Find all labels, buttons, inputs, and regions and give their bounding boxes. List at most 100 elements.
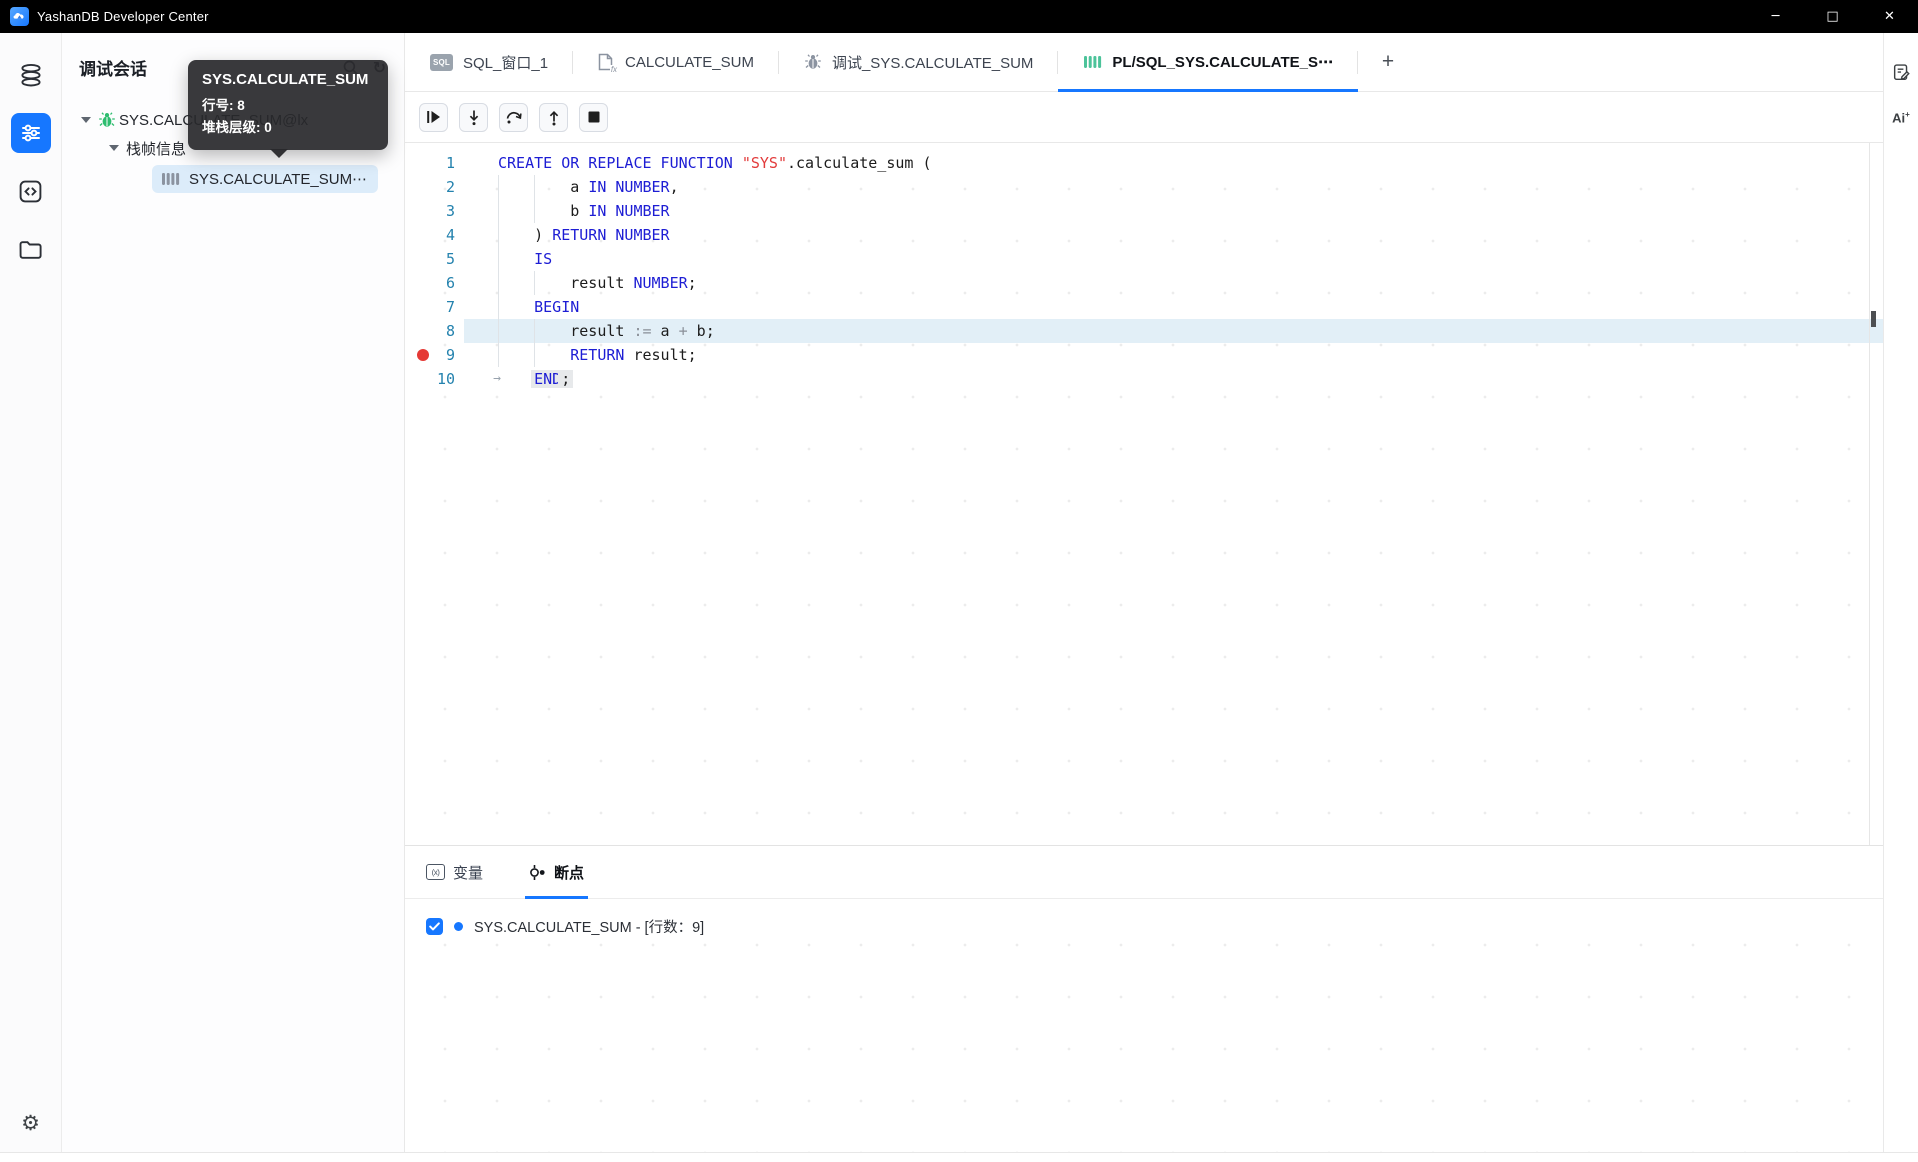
- code-line-3[interactable]: 3 b IN NUMBER: [405, 199, 1883, 223]
- stop-button[interactable]: [579, 102, 608, 132]
- line-number: 7: [445, 298, 455, 316]
- indent-guide: [534, 271, 536, 295]
- line-number-gutter[interactable]: 10: [405, 367, 464, 391]
- line-number-gutter[interactable]: 8: [405, 319, 464, 343]
- step-out-button[interactable]: [539, 102, 568, 132]
- editor-scrollbar[interactable]: [1869, 143, 1883, 845]
- bottom-panel-tab-bar: (x) 变量 断点: [405, 845, 1883, 899]
- code-text[interactable]: b IN NUMBER: [498, 199, 1883, 223]
- fold-margin: [464, 199, 498, 223]
- fold-margin: [464, 271, 498, 295]
- code-text[interactable]: ) RETURN NUMBER: [498, 223, 1883, 247]
- line-number: 6: [445, 274, 455, 292]
- bottom-tab-variables[interactable]: (x) 变量: [426, 846, 483, 898]
- token: a: [651, 322, 679, 340]
- step-over-button[interactable]: [499, 102, 528, 132]
- token: ;: [561, 370, 571, 388]
- code-text[interactable]: result NUMBER;: [498, 271, 1883, 295]
- breakpoint-list: SYS.CALCULATE_SUM - [行数：9]: [405, 899, 1883, 1152]
- indent-guide: [534, 319, 536, 343]
- code-text[interactable]: result := a + b;: [498, 319, 1883, 343]
- minimize-button[interactable]: ─: [1747, 0, 1804, 33]
- token: a: [498, 178, 589, 196]
- breakpoint-row: SYS.CALCULATE_SUM - [行数：9]: [405, 899, 1883, 937]
- code-line-1[interactable]: 1 CREATE OR REPLACE FUNCTION "SYS".calcul…: [405, 151, 1883, 175]
- step-over-button: [505, 109, 523, 125]
- settings-gear-icon[interactable]: ⚙: [21, 1111, 40, 1136]
- step-into-button[interactable]: [459, 102, 488, 132]
- title-bar: YashanDB Developer Center ─ □ ✕: [0, 0, 1918, 33]
- tab-sql_-_1[interactable]: SQL SQL_窗口_1: [405, 33, 574, 91]
- new-tab-button[interactable]: +: [1358, 33, 1418, 91]
- code-text[interactable]: IS: [498, 247, 1883, 271]
- token: CREATE OR REPLACE FUNCTION: [498, 154, 742, 172]
- code-text[interactable]: a IN NUMBER,: [498, 175, 1883, 199]
- line-number-gutter[interactable]: 1: [405, 151, 464, 175]
- line-number-gutter[interactable]: 3: [405, 199, 464, 223]
- tab-pl-sql_sys-calculate_s-[interactable]: PL/SQL_SYS.CALCULATE_S⋯: [1058, 33, 1358, 92]
- line-number: 10: [436, 370, 455, 388]
- line-number-gutter[interactable]: 9: [405, 343, 464, 367]
- debug-sessions-icon: [19, 121, 43, 145]
- fold-margin: →: [464, 367, 501, 391]
- fold-margin: [464, 295, 498, 319]
- code-line-5[interactable]: 5 IS: [405, 247, 1883, 271]
- code-editor[interactable]: 1 CREATE OR REPLACE FUNCTION "SYS".calcul…: [405, 143, 1883, 845]
- code-text[interactable]: BEGIN: [498, 295, 1883, 319]
- note-edit-icon[interactable]: [1892, 63, 1911, 82]
- caret-down-icon[interactable]: [109, 145, 119, 151]
- token: NUMBER: [633, 274, 688, 292]
- variables-icon: (x): [426, 864, 445, 880]
- caret-down-icon[interactable]: [81, 117, 91, 123]
- token: b: [498, 202, 589, 220]
- code-line-9[interactable]: 9 RETURN result;: [405, 343, 1883, 367]
- rail-item-debug-sessions[interactable]: [10, 113, 51, 153]
- tab-calculate_sum[interactable]: fx CALCULATE_SUM: [573, 33, 779, 91]
- selected-stack-frame[interactable]: SYS.CALCULATE_SUM⋯: [152, 165, 379, 193]
- breakpoint-icon: [529, 864, 546, 881]
- scrollbar-thumb[interactable]: [1871, 311, 1876, 327]
- tab-label: 调试_SYS.CALCULATE_SUM: [831, 54, 1034, 72]
- app-logo: [10, 7, 29, 26]
- stack-frame-tooltip: SYS.CALCULATE_SUM 行号: 8 堆栈层级: 0: [188, 60, 388, 159]
- tree-item-label: SYS.CALCULATE_SUM⋯: [189, 171, 368, 188]
- code-line-10[interactable]: 10 → END;: [405, 367, 1883, 391]
- check-icon: [429, 922, 440, 931]
- code-text[interactable]: CREATE OR REPLACE FUNCTION "SYS".calcula…: [498, 151, 1883, 175]
- line-number-gutter[interactable]: 4: [405, 223, 464, 247]
- close-button[interactable]: ✕: [1861, 0, 1918, 33]
- left-icon-rail: ⚙: [0, 33, 62, 1152]
- indent-guide: [498, 319, 499, 343]
- tooltip-line-number: 行号: 8: [202, 98, 245, 113]
- bottom-tab-breakpoints[interactable]: 断点: [525, 846, 589, 899]
- line-number-gutter[interactable]: 6: [405, 271, 464, 295]
- breakpoint-checkbox[interactable]: [426, 918, 443, 935]
- line-number-gutter[interactable]: 5: [405, 247, 464, 271]
- line-number: 4: [445, 226, 455, 244]
- breakpoint-label: SYS.CALCULATE_SUM - [行数：9]: [474, 920, 705, 936]
- rail-item-code[interactable]: [11, 171, 51, 211]
- tab-label: SQL_窗口_1: [463, 54, 549, 72]
- line-number-gutter[interactable]: 7: [405, 295, 464, 319]
- rail-item-database[interactable]: [11, 55, 51, 95]
- code-line-4[interactable]: 4 ) RETURN NUMBER: [405, 223, 1883, 247]
- code-text[interactable]: END;: [498, 367, 1883, 391]
- resume-button[interactable]: [419, 102, 448, 132]
- code-line-7[interactable]: 7 BEGIN: [405, 295, 1883, 319]
- maximize-button[interactable]: □: [1804, 0, 1861, 33]
- tree-item[interactable]: SYS.CALCULATE_SUM⋯: [62, 162, 404, 196]
- code-line-2[interactable]: 2 a IN NUMBER,: [405, 175, 1883, 199]
- database-icon: [18, 63, 44, 88]
- ai-assistant-icon[interactable]: Ai+: [1892, 110, 1910, 125]
- rail-item-folder[interactable]: [11, 229, 51, 269]
- indent-guide: [498, 247, 499, 271]
- line-number: 3: [445, 202, 455, 220]
- code-line-6[interactable]: 6 result NUMBER;: [405, 271, 1883, 295]
- code-line-8[interactable]: 8 result := a + b;: [405, 319, 1883, 343]
- token: BEGIN: [534, 298, 580, 316]
- breakpoint-dot[interactable]: [417, 349, 429, 361]
- line-number-gutter[interactable]: 2: [405, 175, 464, 199]
- tab--_sys-calculate_sum[interactable]: 调试_SYS.CALCULATE_SUM: [779, 33, 1059, 91]
- code-text[interactable]: RETURN result;: [498, 343, 1883, 367]
- fold-margin: [464, 319, 498, 343]
